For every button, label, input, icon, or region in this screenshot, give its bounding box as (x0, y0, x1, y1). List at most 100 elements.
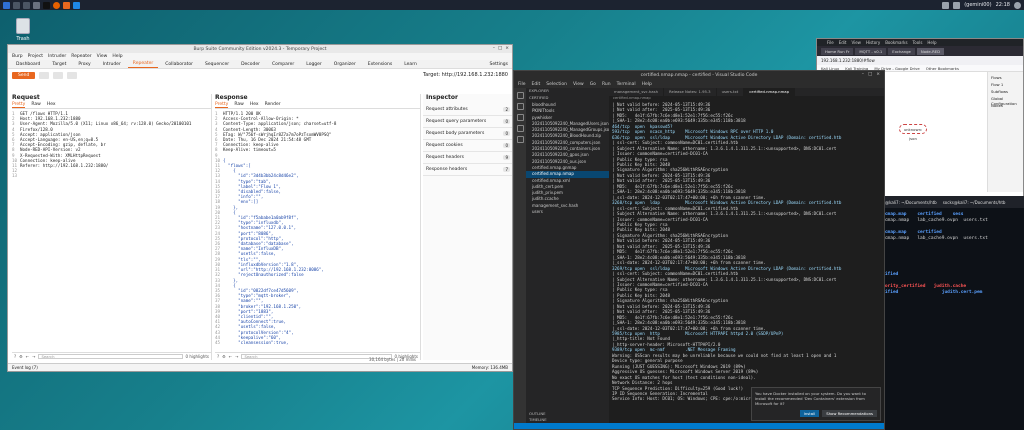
inspector-section[interactable]: Request headers 9 (423, 152, 512, 164)
file-manager-icon[interactable] (33, 1, 40, 9)
vscode-menu-item[interactable]: File (518, 82, 526, 87)
settings-icon[interactable]: ⚙ (19, 354, 23, 359)
help-icon[interactable]: ? (14, 354, 16, 359)
install-button[interactable]: Install (799, 410, 820, 417)
burp-tab[interactable]: Repeater (127, 60, 159, 68)
burp-tab[interactable]: Comparer (267, 61, 299, 68)
burp-menu-item[interactable]: Burp (12, 54, 23, 59)
maximize-icon[interactable]: □ (498, 46, 502, 51)
editor-tab[interactable]: certified.nmap.nmap (744, 88, 796, 96)
browser-menu-item[interactable]: File (827, 40, 834, 45)
desktop-trash[interactable]: Trash (10, 18, 36, 42)
request-tab-pretty[interactable]: Pretty (12, 102, 26, 108)
maximize-icon[interactable]: □ (868, 72, 872, 77)
browser-menu-item[interactable]: Tools (913, 40, 923, 45)
response-tab-pretty[interactable]: Pretty (215, 102, 229, 108)
workspace-1-icon[interactable] (13, 1, 20, 9)
volume-icon[interactable] (953, 1, 961, 9)
extensions-icon[interactable] (516, 136, 524, 143)
code-editor[interactable]: | Not valid before: 2024-05-13T15:49:36 |… (609, 102, 884, 429)
back-button[interactable] (53, 71, 64, 79)
vscode-menu-item[interactable]: Go (590, 82, 596, 87)
browser-tab[interactable]: Exchange (888, 47, 915, 55)
burp-tab[interactable]: Organizer (329, 61, 361, 68)
close-icon[interactable]: × (505, 46, 509, 51)
inspector-section[interactable]: Request body parameters 0 (423, 128, 512, 140)
browser-menu-item[interactable]: View (851, 40, 861, 45)
burp-tab[interactable]: Target (47, 61, 71, 68)
request-tab-raw[interactable]: Raw (31, 102, 40, 108)
burp-menu-item[interactable]: Repeater (71, 54, 91, 59)
help-icon[interactable]: ? (217, 354, 219, 359)
request-editor[interactable]: 1 GET /flows HTTP/1.1 2 Host: 192.168.1.232… (12, 109, 211, 349)
flow-node[interactable]: unknown: json (899, 124, 927, 141)
terminal-tab[interactable]: socks@kali7: ~/Documents/htb (943, 200, 1006, 205)
response-tab-render[interactable]: Render (265, 102, 281, 108)
forward-button[interactable] (67, 71, 78, 79)
bookmark-item[interactable]: Other Bookmarks (926, 66, 959, 71)
sidebar-item[interactable]: Subflows (991, 89, 1020, 96)
minimize-icon[interactable]: – (493, 46, 495, 51)
show-recommendations-button[interactable]: Show Recommendations (822, 410, 877, 417)
search-icon[interactable] (516, 103, 524, 110)
inspector-section[interactable]: Request attributes 2 (423, 104, 512, 116)
burp-tab[interactable]: Proxy (73, 61, 95, 68)
next-icon[interactable]: → (235, 354, 238, 359)
burp-tab[interactable]: Extensions (363, 61, 397, 68)
vscode-menu-item[interactable]: Terminal (617, 82, 636, 87)
burp-menu-item[interactable]: View (97, 54, 108, 59)
explorer-icon[interactable] (516, 92, 524, 99)
prev-icon[interactable]: ← (229, 354, 232, 359)
burp-tab[interactable]: Learn (399, 61, 422, 68)
minimize-icon[interactable]: – (862, 72, 864, 77)
kali-menu-icon[interactable] (3, 1, 10, 9)
browser-menu-item[interactable]: Help (927, 40, 936, 45)
editor-tab[interactable]: users.txt (717, 88, 745, 96)
sidebar-item[interactable]: Flow 1 (991, 82, 1020, 89)
response-tab-raw[interactable]: Raw (234, 102, 243, 108)
vscode-menu-item[interactable]: View (573, 82, 584, 87)
firefox-icon[interactable] (53, 1, 60, 9)
burp-tab[interactable]: Intruder (98, 61, 126, 68)
event-log-link[interactable]: Event log (7) (12, 365, 38, 370)
settings-button[interactable]: Settings (485, 61, 512, 68)
inspector-section[interactable]: Response headers 7 (423, 164, 512, 176)
vscode-icon[interactable] (73, 1, 80, 9)
burp-menu-item[interactable]: Help (112, 54, 122, 59)
inspector-section[interactable]: Request cookies 0 (423, 140, 512, 152)
browser-tab-active[interactable]: Node-RED (916, 47, 945, 55)
vscode-menu-item[interactable]: Help (642, 82, 652, 87)
vscode-menu-item[interactable]: Selection (546, 82, 567, 87)
power-icon[interactable] (1014, 1, 1021, 9)
burp-tab[interactable]: Logger (301, 61, 327, 68)
request-search-input[interactable]: Search (38, 354, 183, 359)
vscode-menu-item[interactable]: Edit (532, 82, 541, 87)
response-viewer[interactable]: 1 HTTP/1.1 200 OK 2 Access-Control-Allow-Or… (215, 109, 420, 349)
prev-icon[interactable]: ← (26, 354, 29, 359)
burp-tab[interactable]: Collaborator (160, 61, 198, 68)
next-icon[interactable]: → (32, 354, 35, 359)
workspace-2-icon[interactable] (23, 1, 30, 9)
sidebar-item[interactable]: Global Configuration (991, 96, 1020, 106)
explorer-file[interactable]: users (526, 209, 609, 215)
close-icon[interactable]: × (876, 72, 880, 77)
browser-tab[interactable]: MQTT - v0.1 (855, 47, 887, 55)
send-button[interactable]: Send (12, 71, 36, 79)
browser-tab[interactable]: Home Run Fr (821, 47, 854, 55)
sidebar-item[interactable]: Flows (991, 75, 1020, 82)
editor-tab[interactable]: management_svc.hash (609, 88, 664, 96)
burp-tab[interactable]: Decoder (236, 61, 265, 68)
url-bar[interactable]: 192.168.1.232:1880/#flow (817, 56, 1023, 65)
burp-tab[interactable]: Sequencer (200, 61, 234, 68)
burp-menu-item[interactable]: Intruder (48, 54, 66, 59)
vscode-menu-item[interactable]: Run (602, 82, 611, 87)
network-icon[interactable] (942, 1, 950, 9)
source-control-icon[interactable] (516, 114, 524, 121)
terminal-window[interactable]: socks@kali7: ~/Documents/htb socks@kali7… (870, 196, 1024, 430)
request-tab-hex[interactable]: Hex (47, 102, 56, 108)
burp-icon[interactable] (63, 1, 70, 9)
run-debug-icon[interactable] (516, 125, 524, 132)
clock[interactable]: 22:18 (996, 2, 1010, 8)
browser-menu-item[interactable]: Bookmarks (885, 40, 907, 45)
response-tab-hex[interactable]: Hex (250, 102, 259, 108)
